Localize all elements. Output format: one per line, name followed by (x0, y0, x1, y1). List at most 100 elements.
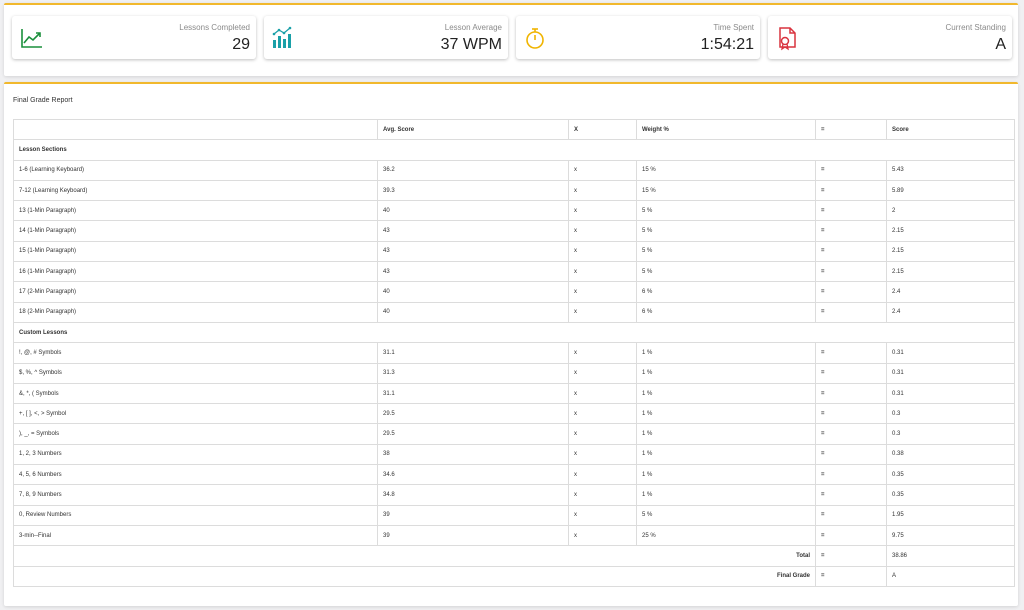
table-cell: = (815, 261, 887, 283)
table-cell: 43 (377, 240, 569, 263)
table-cell: 2.4 (886, 301, 1015, 323)
table-cell: 5.89 (886, 179, 1015, 202)
table-cell: x (568, 362, 637, 384)
stat-label: Current Standing (945, 23, 1006, 32)
section-header-row: Custom Lessons (13, 321, 1015, 344)
column-header: Weight % (636, 118, 816, 141)
table-cell: 15 % (636, 159, 816, 181)
stat-label: Lessons Completed (179, 23, 250, 32)
table-cell: 2.4 (886, 281, 1015, 303)
table-cell: 2.15 (886, 220, 1015, 242)
table-cell: 1 % (636, 382, 816, 405)
table-cell: $, %, ^ Symbols (13, 362, 378, 384)
table-cell: = (815, 179, 887, 202)
column-header: = (815, 118, 887, 141)
table-cell: 5.43 (886, 159, 1015, 181)
table-cell: 0.31 (886, 362, 1015, 384)
table-cell: 15 % (636, 179, 816, 202)
table-row: 4, 5, 6 Numbers 34.6 x 1 % = 0.35 (13, 464, 1015, 486)
total-row: Total = 38.86 (13, 545, 1015, 567)
stat-card-lesson-average: Lesson Average 37 WPM (264, 16, 508, 59)
table-cell: 29.5 (377, 423, 569, 445)
stat-value: 29 (232, 36, 250, 53)
table-cell: 2.15 (886, 240, 1015, 263)
certificate-icon (774, 25, 800, 51)
table-cell: 1 % (636, 362, 816, 384)
stat-card-lessons-completed: Lessons Completed 29 (12, 16, 256, 59)
table-cell: x (568, 301, 637, 323)
table-cell: 40 (377, 200, 569, 222)
table-cell: x (568, 342, 637, 364)
column-header: Score (886, 118, 1015, 141)
table-cell: = (815, 524, 887, 547)
table-cell: = (815, 200, 887, 222)
table-cell: x (568, 382, 637, 405)
table-cell: 0.35 (886, 464, 1015, 486)
stat-value: 1:54:21 (700, 36, 754, 53)
final-value: A (886, 565, 1015, 587)
table-cell: 1 % (636, 342, 816, 364)
table-cell: &, *, ( Symbols (13, 382, 378, 405)
table-cell: 39 (377, 504, 569, 526)
total-value: 38.86 (886, 545, 1015, 567)
table-cell: x (568, 464, 637, 486)
stat-label: Lesson Average (444, 23, 502, 32)
table-cell: 7, 8, 9 Numbers (13, 484, 378, 506)
table-cell: x (568, 484, 637, 506)
table-cell: = (815, 382, 887, 405)
table-cell: = (815, 403, 887, 425)
table-cell: 34.6 (377, 464, 569, 486)
table-cell: 9.75 (886, 524, 1015, 547)
table-cell: x (568, 159, 637, 181)
table-cell: x (568, 281, 637, 303)
table-cell: 5 % (636, 220, 816, 242)
table-cell: 0.35 (886, 484, 1015, 506)
table-cell: 14 (1-Min Paragraph) (13, 220, 378, 242)
table-row: 1, 2, 3 Numbers 38 x 1 % = 0.38 (13, 443, 1015, 466)
table-cell: 1 % (636, 443, 816, 466)
table-cell: x (568, 200, 637, 222)
table-cell: 0.3 (886, 403, 1015, 425)
table-cell: 0.31 (886, 382, 1015, 405)
table-cell: = (815, 301, 887, 323)
table-row: &, *, ( Symbols 31.1 x 1 % = 0.31 (13, 382, 1015, 405)
section-header-row: Lesson Sections (13, 139, 1015, 161)
final-label: Final Grade (13, 565, 816, 587)
table-cell: !, @, # Symbols (13, 342, 378, 364)
stats-panel: Lessons Completed 29 Lesson Average 37 W… (4, 3, 1018, 76)
total-label: Total (13, 545, 816, 567)
table-row: 13 (1-Min Paragraph) 40 x 5 % = 2 (13, 200, 1015, 222)
table-cell: x (568, 423, 637, 445)
table-cell: +, [ ], <, > Symbol (13, 403, 378, 425)
table-cell: 1 % (636, 403, 816, 425)
table-cell: 1 % (636, 423, 816, 445)
section-title: Lesson Sections (13, 139, 1015, 161)
column-header: Avg. Score (377, 118, 569, 141)
table-cell: x (568, 504, 637, 526)
table-cell: 5 % (636, 504, 816, 526)
table-cell: = (815, 423, 887, 445)
table-cell: 31.1 (377, 342, 569, 364)
table-cell: 39.3 (377, 179, 569, 202)
final-grade-row: Final Grade = A (13, 565, 1015, 587)
table-cell: 40 (377, 301, 569, 323)
table-cell: x (568, 261, 637, 283)
table-row: 18 (2-Min Paragraph) 40 x 6 % = 2.4 (13, 301, 1015, 323)
table-row: 17 (2-Min Paragraph) 40 x 6 % = 2.4 (13, 281, 1015, 303)
table-cell: 16 (1-Min Paragraph) (13, 261, 378, 283)
table-header-row: Avg. Score X Weight % = Score (13, 118, 1015, 141)
table-cell: 43 (377, 220, 569, 242)
table-cell: 29.5 (377, 403, 569, 425)
table-cell: x (568, 240, 637, 263)
table-row: ), _, = Symbols 29.5 x 1 % = 0.3 (13, 423, 1015, 445)
table-cell: 5 % (636, 240, 816, 263)
table-cell: 13 (1-Min Paragraph) (13, 200, 378, 222)
table-cell: = (815, 443, 887, 466)
table-cell: x (568, 524, 637, 547)
line-chart-icon (18, 25, 44, 51)
table-cell: 3-min--Final (13, 524, 378, 547)
table-cell: = (815, 565, 887, 587)
table-cell: = (815, 504, 887, 526)
table-cell: 6 % (636, 301, 816, 323)
table-cell: = (815, 464, 887, 486)
